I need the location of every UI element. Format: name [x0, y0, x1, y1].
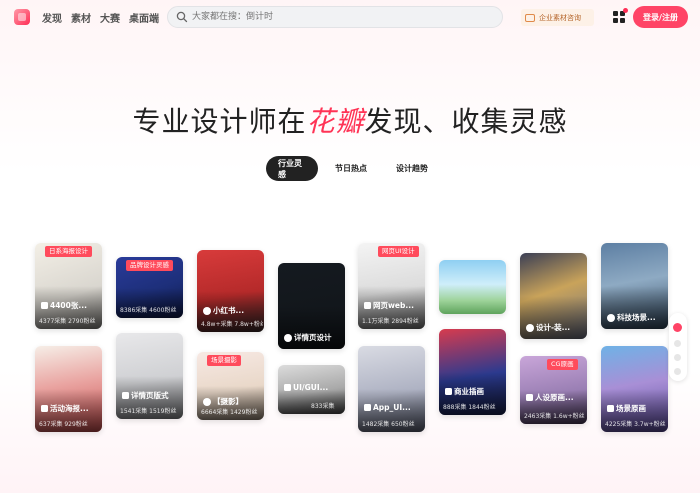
board-icon: [41, 405, 48, 412]
search-box: [167, 6, 503, 28]
category-tag: 场景摄影: [207, 355, 241, 366]
card-stats: 4.8w+采集 7.8w+粉丝: [201, 321, 263, 328]
main-nav: 发现 素材 大赛 桌面端: [42, 10, 159, 25]
nav-desktop[interactable]: 桌面端: [129, 10, 159, 25]
board-card[interactable]: CG原画 人设原画... 2463采集 1.6w+粉丝: [520, 356, 587, 424]
card-title: UI/GUI...: [293, 383, 329, 392]
card-title: 活动海报...: [50, 404, 89, 413]
card-stats: 1482采集 650粉丝: [362, 421, 415, 428]
tab-holiday-hotspots[interactable]: 节日热点: [318, 156, 384, 181]
circle-avatar-icon: [607, 313, 615, 322]
card-title: 场景原画: [616, 404, 646, 413]
card-title: 详情页设计: [294, 333, 332, 342]
hero-headline: 专业设计师在花瓣发现、收集灵感: [0, 100, 700, 140]
card-stats: 833采集: [311, 403, 335, 410]
card-stats: 1.1万采集 2894粉丝: [362, 318, 419, 325]
nav-discover[interactable]: 发现: [42, 10, 62, 25]
board-icon: [364, 404, 371, 411]
headline-accent: 花瓣: [306, 105, 365, 138]
search-icon[interactable]: [176, 11, 188, 23]
board-card[interactable]: 设计-装...: [520, 253, 587, 339]
enterprise-consult-label: 企业素材咨询: [539, 13, 581, 22]
pager-dot-active[interactable]: [673, 323, 682, 332]
circle-avatar-icon: [284, 333, 292, 342]
category-tag: 日系海报设计: [45, 246, 92, 257]
board-icon: [364, 302, 371, 309]
card-title: 小红书...: [213, 306, 245, 315]
nav-contests[interactable]: 大赛: [100, 10, 120, 25]
top-navigation-bar: 发现 素材 大赛 桌面端 企业素材咨询 登录/注册: [0, 0, 700, 34]
board-icon: [526, 394, 533, 401]
board-card[interactable]: 场景原画 4225采集 3.7w+粉丝: [601, 346, 668, 432]
tab-design-trends[interactable]: 设计趋势: [384, 156, 440, 181]
board-icon: [122, 392, 129, 399]
board-card[interactable]: 小红书... 4.8w+采集 7.8w+粉丝: [197, 250, 264, 332]
login-register-button[interactable]: 登录/注册: [633, 6, 688, 28]
board-card[interactable]: 活动海报... 637采集 929粉丝: [35, 346, 102, 432]
board-icon: [284, 384, 291, 391]
card-stats: 8386采集 4600粉丝: [120, 307, 177, 314]
card-title: 科技场景...: [617, 313, 656, 322]
card-title: App_UI...: [373, 403, 411, 412]
chat-icon: [525, 13, 535, 22]
card-stats: 1541采集 1519粉丝: [120, 408, 177, 415]
board-card[interactable]: App_UI... 1482采集 650粉丝: [358, 346, 425, 432]
board-card[interactable]: 品牌设计灵感 8386采集 4600粉丝: [116, 257, 183, 318]
card-title: 设计-装...: [536, 323, 571, 332]
category-tag: 品牌设计灵感: [126, 260, 173, 271]
pager-dot[interactable]: [674, 340, 681, 347]
headline-part-2: 发现、收集灵感: [364, 105, 568, 138]
board-card[interactable]: 网页UI设计 网页web... 1.1万采集 2894粉丝: [358, 243, 425, 329]
board-icon: [445, 388, 452, 395]
board-card[interactable]: 详情页版式 1541采集 1519粉丝: [116, 333, 183, 419]
board-card[interactable]: 日系海报设计 4400张... 4377采集 2790粉丝: [35, 243, 102, 329]
enterprise-consult-button[interactable]: 企业素材咨询: [521, 9, 594, 26]
card-title: 网页web...: [373, 301, 414, 310]
board-card[interactable]: 场景摄影 【摄影】 6664采集 1429粉丝: [197, 352, 264, 420]
category-tabs: 行业灵感 节日热点 设计趋势: [266, 156, 440, 181]
circle-avatar-icon: [526, 323, 534, 332]
card-title: 【摄影】: [213, 397, 243, 406]
huaban-logo[interactable]: [14, 9, 30, 25]
card-title: 商业插画: [454, 387, 484, 396]
circle-avatar-icon: [203, 306, 211, 315]
search-input[interactable]: [192, 9, 492, 25]
board-card[interactable]: 科技场景...: [601, 243, 668, 329]
nav-materials[interactable]: 素材: [71, 10, 91, 25]
card-title: 人设原画...: [535, 393, 574, 402]
category-tag: CG原画: [547, 359, 578, 370]
apps-grid-icon[interactable]: [613, 8, 628, 23]
card-stats: 2463采集 1.6w+粉丝: [524, 413, 585, 420]
notification-dot: [623, 8, 628, 13]
card-stats: 4225采集 3.7w+粉丝: [605, 421, 666, 428]
card-stats: 888采集 1844粉丝: [443, 404, 496, 411]
board-card[interactable]: UI/GUI... 833采集: [278, 365, 345, 414]
pager-dot[interactable]: [674, 368, 681, 375]
card-stats: 637采集 929粉丝: [39, 421, 88, 428]
category-tag: 网页UI设计: [378, 246, 419, 257]
card-stats: 6664采集 1429粉丝: [201, 409, 258, 416]
pager-dot[interactable]: [674, 354, 681, 361]
headline-part-1: 专业设计师在: [132, 105, 307, 138]
card-stats: 4377采集 2790粉丝: [39, 318, 96, 325]
board-icon: [41, 302, 48, 309]
circle-avatar-icon: [203, 397, 211, 406]
board-card[interactable]: [439, 260, 506, 314]
board-icon: [607, 405, 614, 412]
tab-industry-inspiration[interactable]: 行业灵感: [266, 156, 318, 181]
carousel-pager: [669, 313, 687, 381]
card-title: 详情页版式: [131, 391, 169, 400]
board-card[interactable]: 详情页设计: [278, 263, 345, 349]
card-title: 4400张...: [50, 301, 87, 310]
board-card[interactable]: 商业插画 888采集 1844粉丝: [439, 329, 506, 415]
